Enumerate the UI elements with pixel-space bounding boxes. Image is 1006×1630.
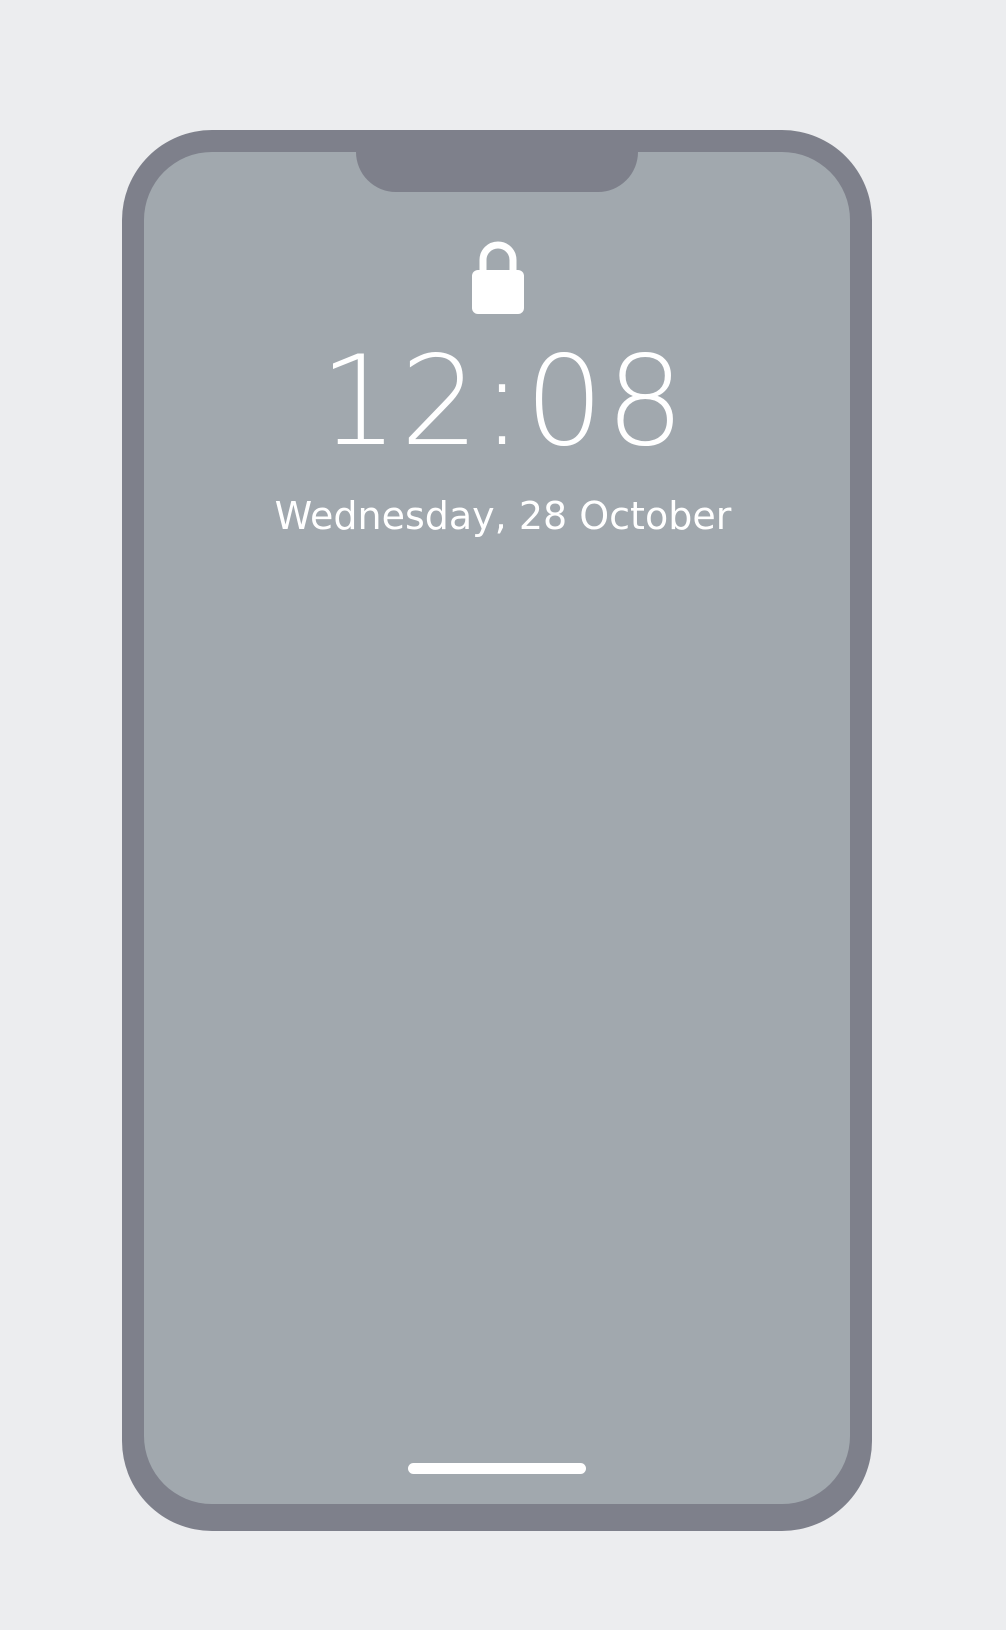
lock-icon <box>472 241 524 314</box>
notch <box>356 130 638 192</box>
clock-date: Wednesday, 28 October <box>274 494 732 538</box>
clock-time: 12:08 <box>319 330 687 474</box>
home-indicator[interactable] <box>408 1463 586 1474</box>
